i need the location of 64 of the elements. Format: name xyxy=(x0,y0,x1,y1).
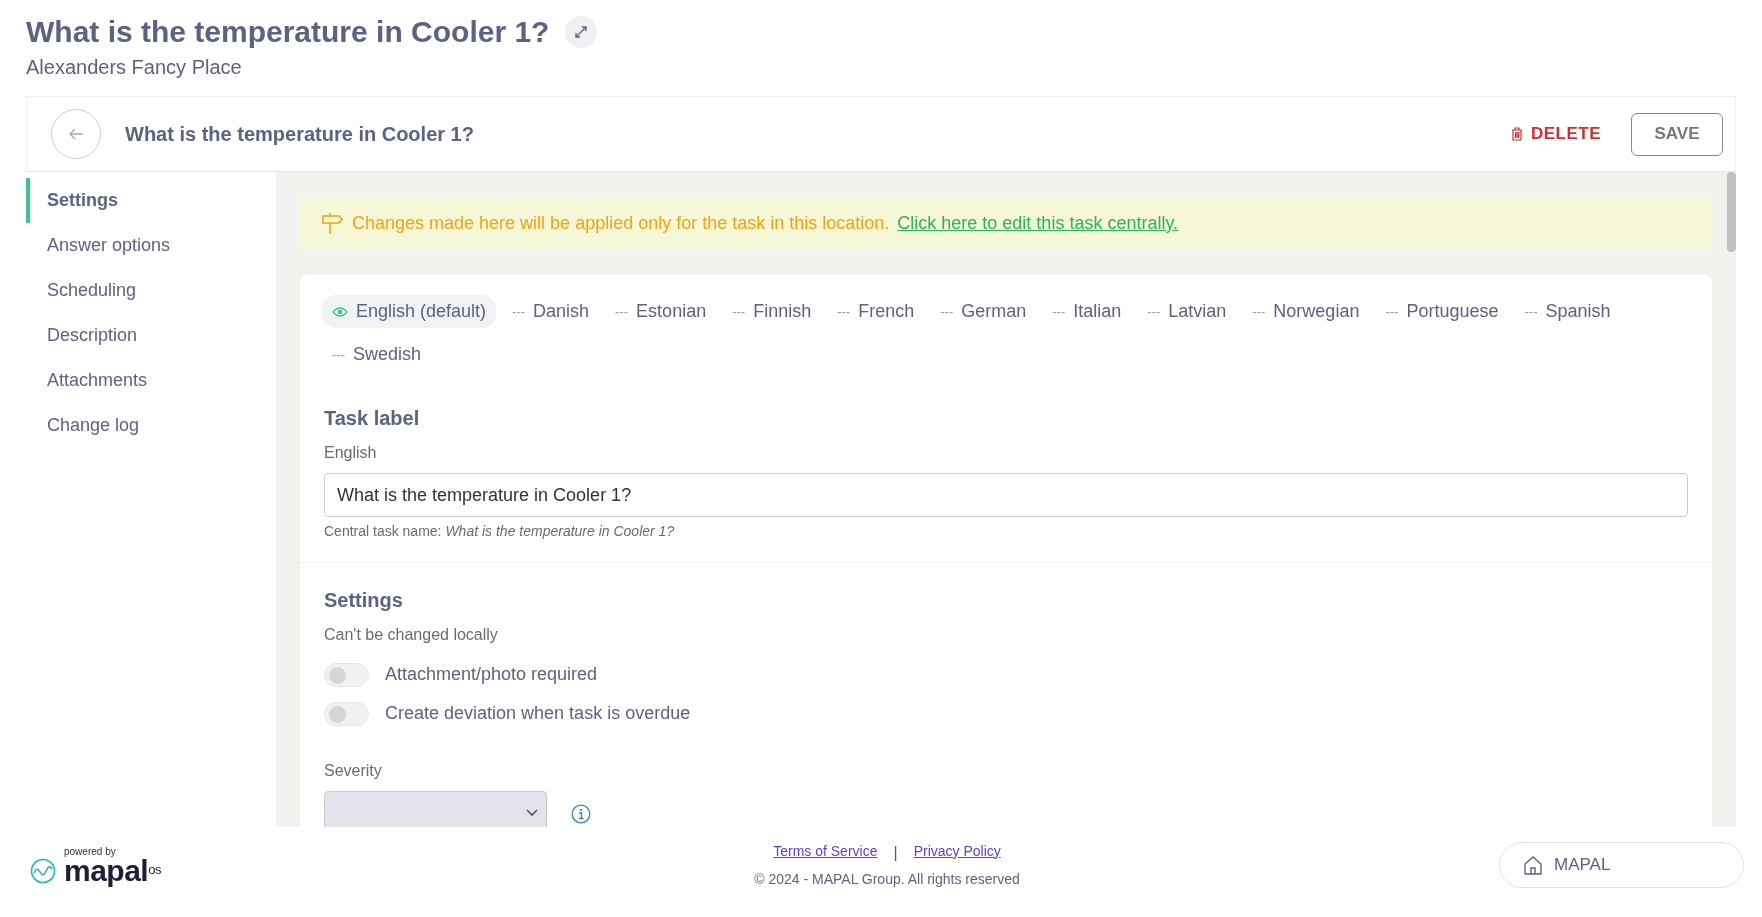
language-tab[interactable]: --- Finnish xyxy=(722,295,822,328)
section-heading: Task label xyxy=(324,406,421,431)
sidebar-item[interactable]: Answer options xyxy=(26,223,276,268)
status-mark: --- xyxy=(1524,302,1538,321)
expand-button[interactable] xyxy=(565,16,598,48)
language-tab[interactable]: --- Estonian xyxy=(605,295,717,328)
language-tab[interactable]: --- Danish xyxy=(502,295,600,328)
field-label: Severity xyxy=(324,761,383,781)
chevron-down-icon xyxy=(526,809,538,817)
page-title: What is the temperature in Cooler 1? xyxy=(26,14,550,50)
toggle-switch[interactable] xyxy=(324,662,369,687)
settings-note: Can't be changed locally xyxy=(324,625,499,645)
app-switch-button[interactable]: MAPAL xyxy=(1499,842,1744,888)
status-mark: --- xyxy=(1252,302,1266,321)
sidebar-item[interactable]: Description xyxy=(26,313,276,358)
back-arrow-icon xyxy=(68,127,84,141)
language-tab[interactable]: --- Portuguese xyxy=(1375,295,1509,328)
expand-icon xyxy=(574,25,589,39)
signpost-icon xyxy=(320,211,344,236)
task-label-input[interactable]: What is the temperature in Cooler 1? xyxy=(324,473,1688,517)
toggle-switch[interactable] xyxy=(324,701,369,726)
language-tab[interactable]: --- Latvian xyxy=(1137,295,1237,328)
language-tab[interactable]: --- Spanish xyxy=(1514,295,1621,328)
language-tab[interactable]: --- French xyxy=(827,295,925,328)
link-separator: | xyxy=(893,842,898,863)
status-mark: --- xyxy=(512,302,526,321)
section-heading: Settings xyxy=(324,588,404,613)
status-mark: --- xyxy=(1147,302,1161,321)
central-task-name: Central task name: What is the temperature in Cooler 1? xyxy=(324,522,676,541)
language-tab[interactable]: --- Norwegian xyxy=(1242,295,1370,328)
back-button[interactable] xyxy=(51,109,101,159)
notice-text: Changes made here will be applied only for the task in this location. xyxy=(352,212,890,235)
toggle-label: Create deviation when task is overdue xyxy=(385,702,691,725)
toggle-label: Attachment/photo required xyxy=(385,663,598,686)
copyright-text: © 2024 - MAPAL Group. All rights reserved xyxy=(753,869,1021,889)
eye-icon xyxy=(332,305,348,318)
status-mark: --- xyxy=(1052,302,1066,321)
sidebar-item[interactable]: Scheduling xyxy=(26,268,276,313)
status-mark: --- xyxy=(837,302,851,321)
powered-by-label: powered by xyxy=(64,846,117,857)
page-subtitle: Alexanders Fancy Place xyxy=(25,55,243,80)
logo-mark-icon xyxy=(30,857,56,884)
footer-link[interactable]: Privacy Policy xyxy=(913,840,1001,865)
header-title: What is the temperature in Cooler 1? xyxy=(125,122,474,147)
status-mark: --- xyxy=(1385,302,1399,321)
language-tab[interactable]: --- Swedish xyxy=(322,338,432,371)
sidebar-item[interactable]: Attachments xyxy=(26,358,276,403)
info-icon[interactable] xyxy=(571,803,591,824)
status-mark: --- xyxy=(332,345,345,364)
scrollbar[interactable] xyxy=(1727,172,1736,252)
language-tab[interactable]: English (default) xyxy=(322,295,497,328)
language-tab[interactable]: --- Italian xyxy=(1042,295,1132,328)
field-label: English xyxy=(324,443,378,463)
status-mark: --- xyxy=(732,302,746,321)
status-mark: --- xyxy=(940,302,954,321)
footer-link[interactable]: Terms of Service xyxy=(773,840,878,865)
trash-icon xyxy=(1510,127,1523,141)
home-icon xyxy=(1522,855,1544,875)
save-button[interactable]: SAVE xyxy=(1631,112,1723,156)
status-mark: --- xyxy=(615,302,629,321)
language-tab[interactable]: --- German xyxy=(930,295,1037,328)
severity-select[interactable] xyxy=(324,791,547,827)
sidebar-item[interactable]: Change log xyxy=(26,403,276,448)
delete-button[interactable]: DELETE xyxy=(1504,120,1607,148)
